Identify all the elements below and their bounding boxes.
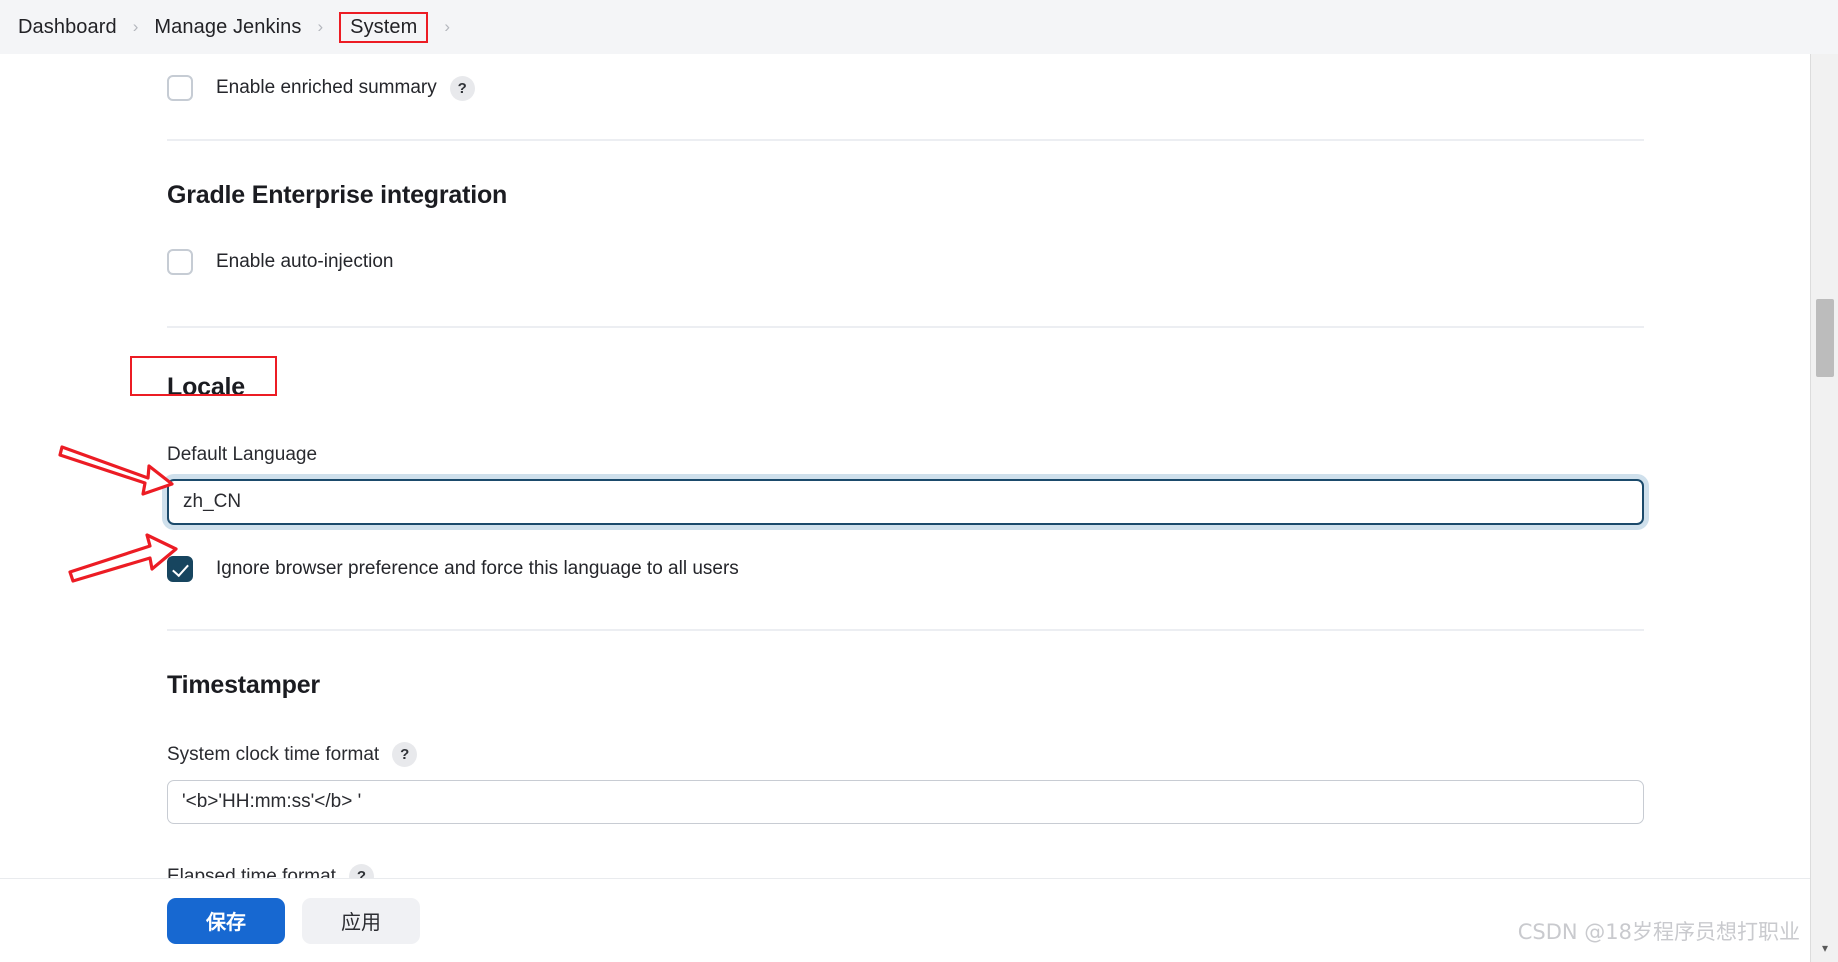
locale-section-title-wrap: Locale xyxy=(130,356,277,402)
help-icon[interactable]: ? xyxy=(392,742,418,767)
help-icon[interactable]: ? xyxy=(449,75,475,101)
ignore-browser-preference-checkbox[interactable] xyxy=(167,556,193,582)
ignore-browser-preference-row[interactable]: Ignore browser preference and force this… xyxy=(167,547,1810,591)
config-form-scroll-area[interactable]: Enable enriched summary ? Gradle Enterpr… xyxy=(0,54,1810,962)
enable-auto-injection-row[interactable]: Enable auto-injection xyxy=(167,240,1810,284)
breadcrumb-separator-icon: › xyxy=(444,17,451,36)
scrollbar-thumb[interactable] xyxy=(1816,299,1834,377)
vertical-scrollbar[interactable]: ▾ xyxy=(1810,54,1838,962)
system-clock-time-format-input[interactable] xyxy=(167,780,1644,824)
gradle-section-title: Gradle Enterprise integration xyxy=(167,181,508,209)
watermark-text: CSDN @18岁程序员想打职业 xyxy=(1517,920,1800,944)
section-divider xyxy=(167,139,1644,141)
enable-enriched-summary-row[interactable]: Enable enriched summary ? xyxy=(167,66,1810,110)
breadcrumb-item-manage-jenkins[interactable]: Manage Jenkins xyxy=(154,16,301,39)
enable-auto-injection-label: Enable auto-injection xyxy=(216,251,394,272)
apply-button[interactable]: 应用 xyxy=(302,897,420,944)
breadcrumb-separator-icon: › xyxy=(317,17,324,36)
section-divider xyxy=(167,629,1644,631)
section-divider xyxy=(167,326,1644,328)
enable-enriched-summary-label: Enable enriched summary xyxy=(216,77,437,98)
enable-enriched-summary-checkbox[interactable] xyxy=(167,75,193,101)
breadcrumb: Dashboard › Manage Jenkins › System › xyxy=(0,0,1838,54)
default-language-label: Default Language xyxy=(167,444,318,465)
system-clock-time-format-label-row: System clock time format ? xyxy=(167,742,1810,767)
breadcrumb-separator-icon: › xyxy=(132,17,139,36)
ignore-browser-preference-label: Ignore browser preference and force this… xyxy=(216,558,739,579)
system-clock-time-format-label: System clock time format xyxy=(167,743,380,765)
jenkins-system-config-page: Dashboard › Manage Jenkins › System › En… xyxy=(0,0,1838,962)
config-form: Enable enriched summary ? Gradle Enterpr… xyxy=(0,66,1810,962)
locale-section-title: Locale xyxy=(167,373,245,401)
breadcrumb-item-system[interactable]: System xyxy=(339,11,429,43)
enable-auto-injection-checkbox[interactable] xyxy=(167,249,193,275)
timestamper-section-title: Timestamper xyxy=(167,671,320,699)
breadcrumb-item-dashboard[interactable]: Dashboard xyxy=(18,16,117,39)
default-language-input[interactable] xyxy=(167,479,1644,525)
save-button[interactable]: 保存 xyxy=(167,897,285,944)
scroll-down-arrow-icon[interactable]: ▾ xyxy=(1811,936,1838,960)
